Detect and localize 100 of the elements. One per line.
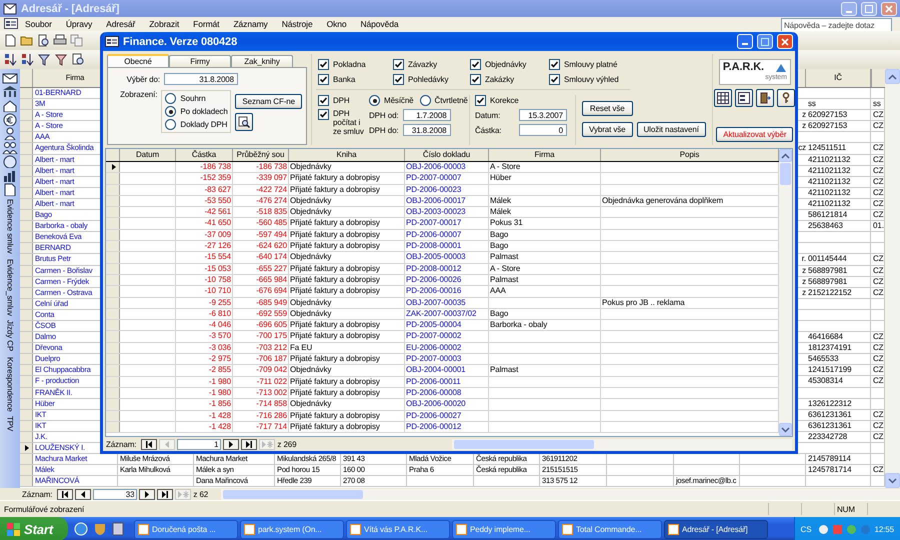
calculator-icon[interactable] — [112, 522, 124, 536]
print-preview-icon[interactable] — [37, 34, 50, 47]
taskbar-button[interactable]: Doručená pošta ... — [134, 520, 238, 538]
date-field[interactable]: 1.7.2008 — [402, 109, 451, 121]
house-icon[interactable] — [2, 99, 18, 112]
checkbox[interactable] — [549, 74, 560, 85]
sort-descending-icon[interactable] — [21, 53, 35, 66]
horizontal-scrollbar[interactable] — [221, 488, 900, 500]
menu-item[interactable]: Okno — [320, 18, 354, 29]
record-number-field[interactable]: 33 — [93, 488, 138, 500]
scrollbar-thumb[interactable] — [454, 440, 594, 448]
sidebar-tab[interactable]: TPV — [6, 414, 14, 434]
tray-icon[interactable] — [860, 524, 872, 534]
select-all-button[interactable]: Vybrat vše — [582, 122, 632, 137]
menu-item[interactable]: Nápověda — [354, 18, 406, 29]
open-folder-icon[interactable] — [20, 34, 34, 47]
table-button[interactable] — [714, 89, 732, 107]
checkbox[interactable] — [549, 59, 560, 70]
radio-button[interactable] — [165, 119, 176, 130]
checkbox[interactable] — [318, 59, 329, 70]
taskbar-button[interactable]: Vítá vás P.A.R.K... — [346, 520, 450, 538]
scrollbar-thumb[interactable] — [780, 163, 791, 185]
reset-button[interactable]: Reset vše — [582, 101, 632, 116]
filter-icon[interactable] — [38, 53, 52, 66]
horizontal-scrollbar[interactable] — [452, 438, 792, 450]
sidebar-tab[interactable]: Evidence_smluv — [6, 256, 14, 318]
menu-item[interactable]: Úpravy — [58, 18, 100, 29]
globe-icon[interactable] — [74, 522, 88, 536]
record-selector[interactable] — [20, 443, 33, 454]
sort-ascending-icon[interactable] — [4, 53, 18, 66]
vertical-scrollbar[interactable] — [885, 69, 900, 488]
envelope-icon[interactable] — [2, 71, 18, 84]
record-number-field[interactable]: 1 — [177, 438, 222, 450]
tab[interactable]: Zak_knihy — [231, 55, 293, 67]
bank-icon[interactable] — [2, 85, 18, 98]
form-button[interactable] — [735, 89, 754, 107]
person-icon[interactable] — [2, 127, 18, 140]
copy-icon[interactable] — [70, 34, 83, 47]
exit-button[interactable] — [756, 89, 774, 107]
menu-item[interactable]: Zobrazit — [142, 18, 186, 29]
euro-icon[interactable] — [2, 113, 18, 126]
menu-item[interactable]: Formát — [186, 18, 226, 29]
help-search-field[interactable]: Nápověda – zadejte dotaz — [781, 18, 892, 32]
menu-item[interactable]: Nástroje — [274, 18, 320, 29]
tab[interactable]: Firmy — [169, 55, 231, 67]
sidebar-tab[interactable]: Evidence smluv — [6, 197, 14, 256]
taskbar-button[interactable]: Total Commande... — [558, 520, 662, 538]
refresh-button[interactable]: Aktualizovat výběr — [716, 127, 794, 142]
sidebar-tab[interactable]: Korespondence — [6, 354, 14, 414]
checkbox[interactable] — [393, 74, 404, 85]
radio-button[interactable] — [420, 95, 431, 106]
start-button[interactable]: Start — [0, 517, 68, 540]
minimize-button[interactable] — [841, 2, 857, 16]
next-record-button[interactable] — [139, 488, 156, 500]
radio-button[interactable] — [165, 106, 176, 117]
document-icon[interactable] — [2, 183, 18, 196]
taskbar-button[interactable]: park.system (On... — [240, 520, 344, 538]
amount-field[interactable]: 0 — [519, 124, 567, 136]
people-icon[interactable] — [2, 141, 18, 154]
checkbox[interactable] — [475, 95, 486, 106]
checkbox[interactable] — [470, 59, 481, 70]
next-record-button[interactable] — [223, 438, 240, 450]
find-icon[interactable] — [72, 53, 86, 66]
last-record-button[interactable] — [157, 488, 174, 500]
checkbox[interactable] — [393, 59, 404, 70]
checkbox[interactable] — [318, 74, 329, 85]
previous-record-button[interactable] — [75, 488, 92, 500]
first-record-button[interactable] — [141, 438, 158, 450]
radio-button[interactable] — [165, 93, 176, 104]
chart-icon[interactable] — [2, 169, 18, 182]
list-button[interactable]: Seznam CF-ne — [235, 94, 302, 109]
menu-item[interactable]: Záznamy — [226, 18, 275, 29]
shield-icon[interactable] — [93, 522, 107, 536]
first-record-button[interactable] — [57, 488, 74, 500]
taskbar-button[interactable]: Adresář - [Adresář] — [664, 520, 768, 538]
tray-icon[interactable] — [818, 524, 830, 534]
save-button[interactable]: Uložit nastavení — [636, 122, 706, 137]
menu-item[interactable]: Adresář — [99, 18, 142, 29]
close-button[interactable] — [881, 2, 897, 16]
sidebar-tab[interactable]: Jízdy CP — [6, 318, 14, 354]
printer-icon[interactable] — [53, 34, 67, 47]
date-field[interactable]: 31.8.2008 — [164, 73, 238, 85]
maximize-button[interactable] — [861, 2, 877, 16]
scrollbar-thumb[interactable] — [223, 490, 364, 498]
tab[interactable]: Obecné — [107, 54, 169, 67]
checkbox[interactable] — [318, 109, 329, 120]
key-button[interactable] — [777, 89, 796, 107]
preview-button[interactable] — [235, 113, 254, 131]
taskbar-button[interactable]: Peddy impleme... — [452, 520, 556, 538]
filter-icon[interactable] — [55, 53, 69, 66]
vertical-scrollbar[interactable] — [779, 149, 792, 436]
checkbox[interactable] — [318, 95, 329, 106]
new-document-icon[interactable] — [4, 34, 17, 47]
record-selector[interactable] — [106, 162, 120, 172]
date-field[interactable]: 31.8.2008 — [402, 124, 451, 136]
menu-item[interactable]: Soubor — [18, 18, 59, 29]
checkbox[interactable] — [470, 74, 481, 85]
date-field[interactable]: 15.3.2007 — [519, 109, 567, 121]
last-record-button[interactable] — [241, 438, 258, 450]
language-indicator[interactable]: CS — [800, 524, 812, 534]
